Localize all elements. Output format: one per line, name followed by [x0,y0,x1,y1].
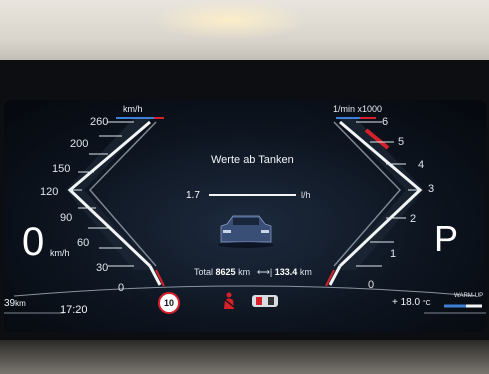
total-unit: km [238,267,251,277]
consumption-value: 1.7 [186,190,200,201]
car-icon-center [218,215,274,248]
instrument-cluster-screen: km/h 260 200 150 120 90 60 30 0 0 km/h 1… [4,100,486,332]
car-status-icon [250,292,280,315]
outside-temp-value: + 18.0 [392,297,421,308]
gear-indicator: P [434,218,459,259]
rpm-tick-2: 2 [410,213,417,225]
speed-tick-120: 120 [40,186,59,198]
range-value: 39 [4,298,16,309]
trip-section-title: Werte ab Tanken [211,154,294,166]
trip-arrow-icon: ⟷| [257,267,273,277]
current-speed-unit: km/h [50,248,70,258]
trip-readout: ⟷| 133.4 km [257,267,312,278]
speed-tick-200: 200 [70,138,89,150]
rpm-tick-4: 4 [418,159,425,171]
consumption-unit: l/h [301,190,311,200]
rpm-unit-label: 1/min x1000 [333,104,383,114]
speed-unit-label: km/h [123,104,143,114]
rpm-tick-5: 5 [398,136,405,148]
trip-unit: km [299,267,312,277]
seatbelt-warning-icon [222,292,236,315]
odometer-readout: Total 8625 km [194,267,250,277]
speed-tick-30: 30 [96,262,109,274]
total-value: 8625 [215,267,236,277]
outside-temperature: + 18.0 °C [392,297,431,308]
tachometer-chevron [325,117,424,287]
total-label: Total [194,267,214,277]
current-speed: 0 [22,220,45,264]
range-unit: km [15,299,26,308]
trip-value: 133.4 [274,267,298,277]
rpm-tick-3: 3 [428,183,435,195]
speed-tick-260: 260 [90,116,109,128]
speed-tick-60: 60 [77,237,90,249]
clock: 17:20 [60,304,88,316]
speed-tick-90: 90 [60,212,73,224]
bottom-arc [13,285,477,297]
rpm-tick-6: 6 [382,116,389,128]
rpm-tick-0: 0 [368,279,375,291]
speed-limit-sign: 10 [158,292,180,314]
warmup-label: WARM-UP [454,293,484,299]
speed-tick-0: 0 [118,282,125,294]
ceiling-light [150,0,310,40]
range-readout: 39km [4,298,26,309]
outside-temp-unit: °C [422,300,431,307]
speed-tick-150: 150 [52,163,71,175]
rpm-tick-1: 1 [390,248,397,260]
dashboard-trim [0,340,489,374]
